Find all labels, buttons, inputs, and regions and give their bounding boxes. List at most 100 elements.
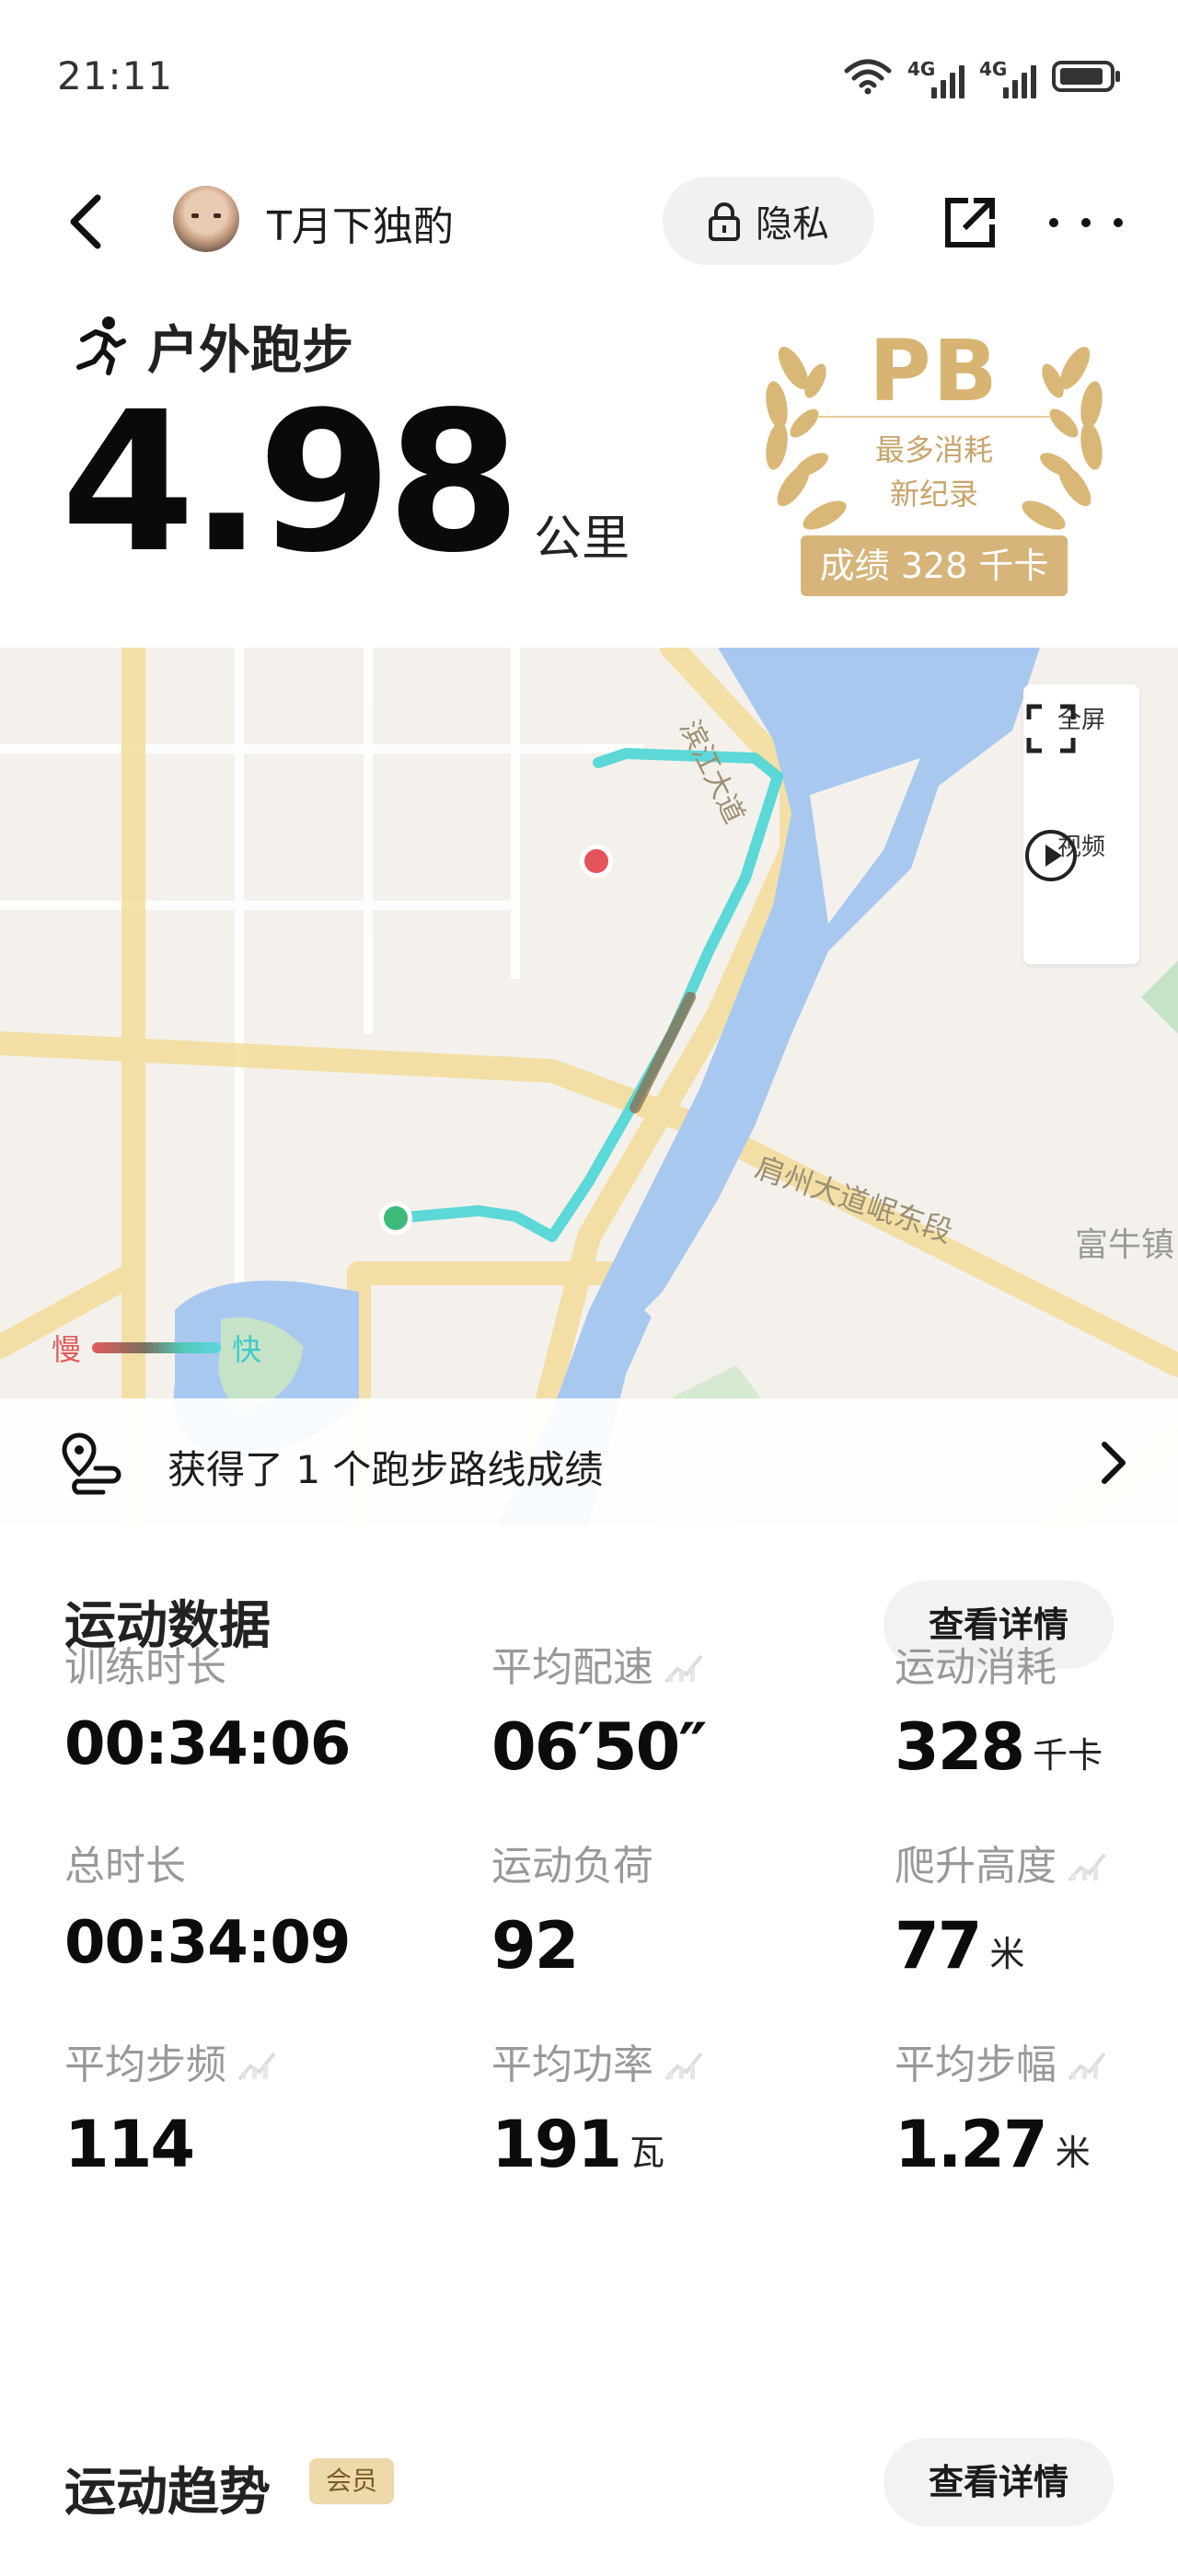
stat-item: 爬升高度 77 米 [895, 1834, 1178, 1978]
stat-value: 06′50″ [491, 1709, 708, 1785]
stat-value-row: 114 [64, 2112, 396, 2177]
trend-icon [1068, 2044, 1108, 2081]
stat-label-text: 平均步频 [64, 2041, 226, 2088]
trend-title: 运动趋势 [64, 2463, 271, 2523]
workout-detail-page: 21:11 4G 4G T月下独酌 隐私 户外跑步 4.98 公里 PB 最多消… [0, 0, 1178, 2576]
stat-value: 92 [491, 1908, 579, 1984]
stat-label-text: 运动负荷 [491, 1843, 653, 1890]
stat-label-text: 平均功率 [491, 2041, 653, 2088]
stat-value: 1.27 [895, 2107, 1048, 2182]
stat-label: 总时长 [64, 1834, 396, 1890]
stat-unit: 瓦 [629, 2133, 665, 2173]
pb-subtitle-1: 最多消耗 [874, 432, 993, 467]
stat-label-text: 平均配速 [491, 1644, 653, 1691]
back-arrow-icon [70, 194, 101, 249]
cell-signal-2: 4G [979, 58, 1036, 98]
share-icon [945, 198, 995, 247]
speed-gradient-bar [92, 1342, 222, 1353]
stat-label: 平均步频 [64, 2033, 396, 2088]
back-button[interactable] [57, 190, 112, 254]
stat-label: 爬升高度 [895, 1834, 1178, 1890]
more-icon [1049, 218, 1058, 227]
stat-value-row: 92 [491, 1914, 823, 1978]
stat-value-row: 1.27 米 [895, 2112, 1178, 2177]
stat-label-text: 训练时长 [64, 1644, 226, 1691]
stat-label: 运动负荷 [491, 1834, 823, 1890]
video-button[interactable]: 视频 [1023, 828, 1139, 881]
stat-unit: 米 [1055, 2133, 1091, 2173]
stat-label-text: 爬升高度 [895, 1843, 1057, 1890]
stat-value-row: 77 米 [895, 1914, 1178, 1978]
speed-legend: 慢 快 [52, 1327, 261, 1369]
stat-label: 运动消耗 [895, 1636, 1178, 1691]
signal-label-2: 4G [979, 58, 1008, 80]
stat-value-row: 191 瓦 [491, 2112, 823, 2177]
running-icon [76, 316, 126, 375]
distance-value: 4.98 [61, 370, 521, 595]
sports-data-card: 运动数据 查看详情 训练时长 00:34:06 平均配速 06′50″ 运动消耗 328 千… [0, 1525, 1178, 2346]
trend-icon [237, 2044, 278, 2081]
stat-item: 总时长 00:34:09 [64, 1834, 396, 1972]
chevron-right-icon [1102, 1442, 1126, 1484]
stat-item: 训练时长 00:34:06 [64, 1636, 396, 1774]
trend-card: 运动趋势 会员 查看详情 [0, 2383, 1178, 2576]
stat-value: 328 [895, 1709, 1025, 1785]
status-bar: 21:11 4G 4G [0, 0, 1178, 156]
status-icons: 4G 4G [843, 55, 1123, 101]
stat-item: 平均步幅 1.27 米 [895, 2033, 1178, 2177]
stat-value: 191 [491, 2107, 622, 2182]
avatar[interactable] [173, 186, 239, 252]
speed-fast-label: 快 [232, 1332, 262, 1367]
stat-label: 平均功率 [491, 2033, 823, 2088]
stat-value: 114 [64, 2107, 195, 2182]
pb-badge[interactable]: PB 最多消耗 新纪录 成绩 328 千卡 [745, 313, 1123, 598]
route-achievement-row[interactable]: 获得了 1 个跑步路线成绩 [0, 1398, 1178, 1525]
stat-item: 运动负荷 92 [491, 1834, 823, 1978]
route-achievement-text: 获得了 1 个跑步路线成绩 [167, 1447, 604, 1492]
route-pin-icon [62, 1432, 121, 1495]
play-icon [1025, 830, 1077, 881]
stat-item: 平均功率 191 瓦 [491, 2033, 823, 2177]
trend-icon [664, 1647, 705, 1684]
stat-value-row: 328 千卡 [895, 1715, 1178, 1779]
signal-label-1: 4G [907, 58, 936, 80]
trend-detail-button[interactable]: 查看详情 [884, 2438, 1114, 2526]
stat-item: 平均配速 06′50″ [491, 1636, 823, 1779]
stat-label: 平均步幅 [895, 2033, 1178, 2088]
stat-value-row: 00:34:06 [64, 1715, 396, 1774]
distance-unit: 公里 [534, 512, 630, 567]
map-controls: 全屏 视频 [1023, 684, 1139, 964]
fullscreen-icon [1026, 704, 1076, 753]
stat-unit: 米 [989, 1934, 1025, 1974]
stat-label-text: 总时长 [64, 1843, 186, 1890]
route-map[interactable]: 滨江大道 肩州大道岷东段 富牛镇 全屏 视频 慢 快 [0, 648, 1178, 1525]
wifi-icon [843, 58, 893, 98]
pb-subtitle-2: 新纪录 [889, 477, 978, 512]
more-button[interactable] [1049, 193, 1123, 252]
stat-item: 平均步频 114 [64, 2033, 396, 2177]
username[interactable]: T月下独酌 [267, 193, 454, 252]
stat-label-text: 平均步幅 [895, 2041, 1057, 2088]
privacy-button[interactable]: 隐私 [663, 177, 874, 265]
distance-display: 4.98 公里 [61, 386, 629, 580]
member-badge: 会员 [309, 2458, 394, 2504]
stat-label: 平均配速 [491, 1636, 823, 1691]
lock-icon [709, 202, 740, 241]
fullscreen-button[interactable]: 全屏 [1023, 701, 1139, 753]
speed-slow-label: 慢 [52, 1332, 82, 1367]
map-canvas [0, 648, 1178, 1525]
privacy-label: 隐私 [756, 203, 829, 246]
stat-value: 00:34:06 [64, 1710, 351, 1778]
trend-icon [664, 2044, 705, 2081]
battery-icon [1051, 58, 1123, 98]
trend-icon [1068, 1846, 1108, 1882]
stat-value: 77 [895, 1908, 982, 1984]
stat-value-row: 00:34:09 [64, 1914, 396, 1972]
place-label: 富牛镇 [1075, 1226, 1175, 1264]
pb-title: PB [869, 322, 999, 420]
stat-item: 运动消耗 328 千卡 [895, 1636, 1178, 1779]
stat-value-row: 06′50″ [491, 1715, 823, 1779]
stat-unit: 千卡 [1033, 1735, 1103, 1776]
stat-label-text: 运动消耗 [895, 1644, 1057, 1691]
share-button[interactable] [941, 193, 999, 252]
